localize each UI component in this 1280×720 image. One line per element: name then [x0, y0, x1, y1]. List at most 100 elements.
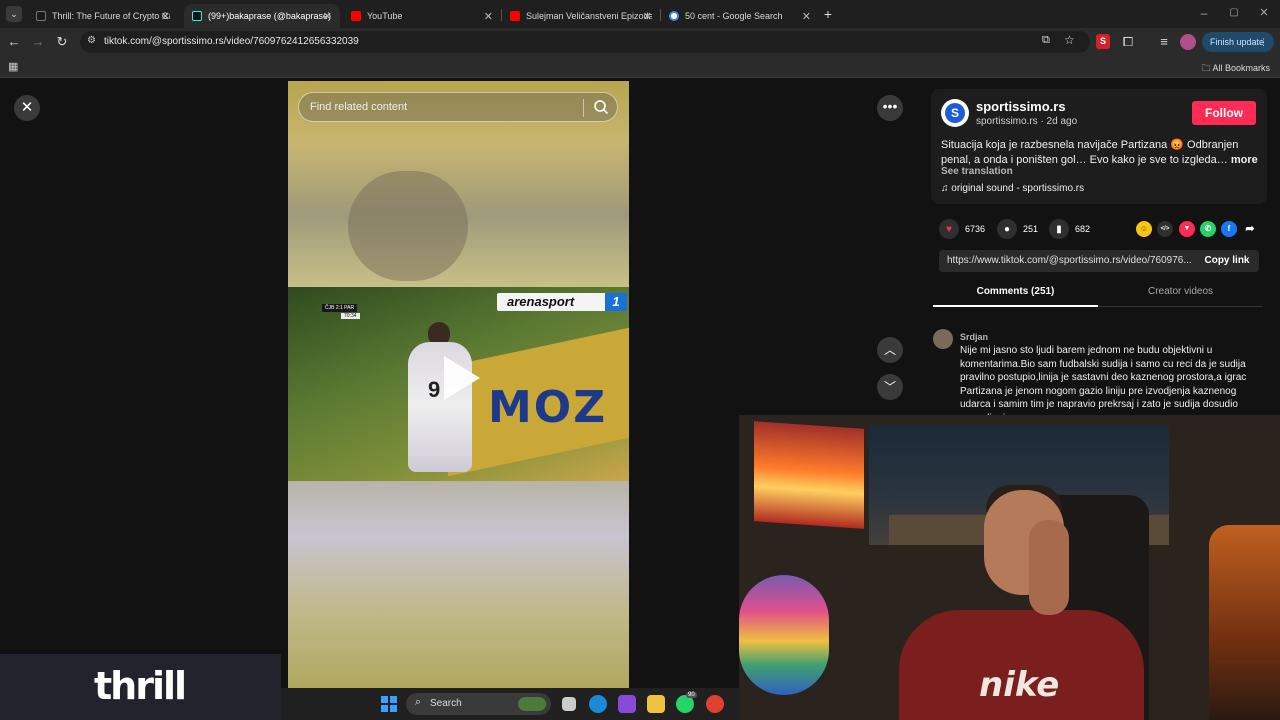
tab-search-button[interactable]: ⌄ [6, 6, 22, 22]
share-arrow-icon[interactable]: ➦ [1242, 221, 1258, 237]
minimize-icon[interactable]: – [1196, 5, 1212, 21]
save-button[interactable]: ▮ 682 [1049, 218, 1090, 240]
windows-start-icon[interactable] [381, 696, 397, 712]
divider [583, 99, 584, 117]
comment-text: Nije mi jasno sto ljudi barem jednom ne … [960, 345, 1247, 415]
copy-link-button[interactable]: Copy link [1195, 250, 1259, 272]
related-search-input[interactable]: Find related content [298, 92, 618, 122]
jersey-number: 9 [428, 377, 441, 402]
media-control-icon[interactable]: ≡ [1156, 34, 1172, 50]
search-icon[interactable] [591, 97, 611, 117]
back-arrow-icon[interactable]: ← [6, 34, 22, 50]
copilot-icon[interactable] [618, 695, 636, 713]
chrome-icon[interactable] [706, 695, 724, 713]
tab-google[interactable]: 50 cent - Google Search ✕ [661, 4, 819, 28]
tiktok-favicon-icon [192, 11, 202, 21]
fireplace-tv [754, 421, 864, 529]
close-icon[interactable]: ✕ [323, 10, 332, 23]
like-button[interactable]: ♥ 6736 [939, 218, 985, 240]
windows-taskbar: ⌕ Search 90 [281, 688, 739, 720]
youtube-favicon-icon [351, 11, 361, 21]
bookmark-star-icon[interactable]: ☆ [1064, 33, 1075, 47]
rainbow-ball [739, 575, 829, 695]
close-icon[interactable]: ✕ [484, 10, 493, 23]
kebab-menu-icon[interactable]: ⋮ [1259, 32, 1268, 52]
all-bookmarks-link[interactable]: 🗀 All Bookmarks [1201, 61, 1270, 77]
profile-avatar[interactable] [1180, 34, 1196, 50]
video-player[interactable]: MOZ 9 arenasport 1 ČJB 2:1 PAR 70:34 Fin… [288, 81, 629, 688]
apps-grid-icon[interactable]: ▦ [8, 60, 18, 73]
address-bar[interactable]: ⚙ tiktok.com/@sportissimo.rs/video/76097… [80, 31, 1090, 53]
avatar[interactable] [933, 329, 953, 349]
comment-button[interactable]: ● 251 [997, 218, 1038, 240]
see-translation-link[interactable]: See translation [941, 166, 1013, 177]
more-link[interactable]: more [1231, 154, 1258, 166]
maximize-icon[interactable]: ▢ [1226, 5, 1242, 21]
all-bookmarks-label: All Bookmarks [1212, 63, 1270, 73]
close-icon[interactable]: ✕ [161, 10, 170, 23]
author-name[interactable]: sportissimo.rs [976, 99, 1066, 114]
finish-update-button[interactable]: Finish update ⋮ [1202, 32, 1274, 52]
next-video-button[interactable]: ﹀ [877, 374, 903, 400]
thrill-favicon-icon [36, 11, 46, 21]
comment-author[interactable]: Srdjan [960, 332, 988, 342]
facebook-icon[interactable]: f [1221, 221, 1237, 237]
tab-tiktok[interactable]: (99+)bakaprase (@bakaprase) | TikTok ✕ [184, 4, 340, 28]
tab-youtube[interactable]: YouTube ✕ [343, 4, 501, 28]
comment-item: Srdjan Nije mi jasno sto ljudi barem jed… [933, 329, 1263, 415]
heart-icon: ♥ [939, 219, 959, 239]
action-bar: ♥ 6736 ● 251 ▮ 682 ☺ </> ▼ ✆ f ➦ [939, 218, 1269, 240]
more-options-button[interactable]: ••• [877, 95, 903, 121]
search-highlight-icon [518, 697, 546, 711]
whatsapp-icon[interactable]: ✆ [1200, 221, 1216, 237]
author-card: S sportissimo.rs sportissimo.rs · 2d ago… [931, 89, 1267, 204]
extensions-puzzle-icon[interactable]: ⧠ [1120, 34, 1136, 50]
site-info-icon[interactable]: ⚙ [87, 35, 96, 46]
broadcaster-channel: 1 [605, 293, 627, 311]
follow-button[interactable]: Follow [1192, 101, 1256, 125]
music-note-icon: ♫ [941, 183, 949, 194]
avatar-letter: S [945, 103, 965, 123]
sound-link[interactable]: ♫ original sound - sportissimo.rs [941, 183, 1084, 194]
author-handle-time: sportissimo.rs · 2d ago [976, 116, 1078, 127]
comment-count: 251 [1023, 224, 1039, 234]
tab-sulejman[interactable]: Sulejman Veličanstveni Epizoda ✕ [502, 4, 660, 28]
search-placeholder: Find related content [310, 101, 408, 113]
video-link-box: https://www.tiktok.com/@sportissimo.rs/v… [939, 250, 1259, 272]
edge-icon[interactable] [589, 695, 607, 713]
like-count: 6736 [965, 224, 986, 234]
broadcaster-logo: arenasport 1 [497, 293, 627, 311]
repost-icon[interactable]: ☺ [1136, 221, 1152, 237]
install-app-icon[interactable]: ⧉ [1042, 34, 1050, 47]
close-icon[interactable]: ✕ [643, 10, 652, 23]
reload-icon[interactable]: ↻ [54, 34, 70, 50]
close-video-button[interactable]: ✕ [14, 95, 40, 121]
close-window-icon[interactable]: ✕ [1256, 5, 1272, 21]
file-explorer-icon[interactable] [647, 695, 665, 713]
scoreboard: ČJB 2:1 PAR [322, 304, 358, 312]
tab-creator-videos[interactable]: Creator videos [1098, 281, 1263, 307]
tab-thrill[interactable]: Thrill: The Future of Crypto Casino ✕ [28, 4, 178, 28]
tab-comments[interactable]: Comments (251) [933, 281, 1098, 307]
tab-strip: ⌄ Thrill: The Future of Crypto Casino ✕ … [0, 0, 1280, 28]
orange-chair [1209, 525, 1280, 720]
youtube-favicon-icon [510, 11, 520, 21]
webcam-overlay: nike [739, 415, 1280, 720]
bookmarks-bar: ▦ 🗀 All Bookmarks [0, 56, 1280, 78]
send-icon[interactable]: ▼ [1179, 221, 1195, 237]
broadcaster-name: arenasport [507, 294, 575, 309]
video-link-text[interactable]: https://www.tiktok.com/@sportissimo.rs/v… [947, 255, 1193, 266]
sound-label: original sound - sportissimo.rs [951, 183, 1085, 194]
shirt-logo: nike [979, 665, 1060, 705]
new-tab-button[interactable]: + [820, 6, 836, 22]
task-view-icon[interactable] [562, 697, 576, 711]
forward-arrow-icon[interactable]: → [30, 34, 46, 50]
play-icon[interactable] [444, 356, 480, 400]
url-text[interactable]: tiktok.com/@sportissimo.rs/video/7609762… [104, 36, 359, 47]
previous-video-button[interactable]: ︿ [877, 337, 903, 363]
avatar[interactable]: S [941, 99, 969, 127]
extension-icon[interactable]: S [1096, 34, 1110, 49]
embed-icon[interactable]: </> [1157, 221, 1173, 237]
taskbar-search[interactable]: ⌕ Search [406, 693, 551, 715]
close-icon[interactable]: ✕ [802, 10, 811, 23]
